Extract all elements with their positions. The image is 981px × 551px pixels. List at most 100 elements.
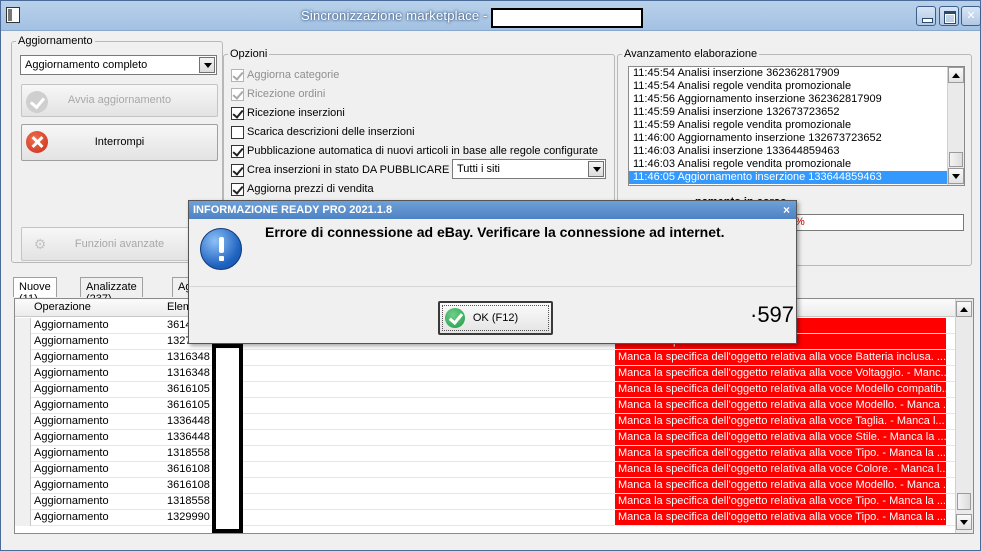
tab-analizzate[interactable]: Analizzate (237) [80,277,143,305]
cell-operazione: Aggiornamento [34,479,109,491]
scroll-thumb[interactable] [949,152,963,167]
checkbox-aggiorna-categorie[interactable]: Aggiorna categorie [231,67,339,83]
table-row[interactable]: Aggiornamento 3616108 Manca la specifica d… [15,478,956,494]
cell-operazione: Aggiornamento [34,351,109,363]
cell-operazione: Aggiornamento [34,431,109,443]
log-line[interactable]: 11:45:56 Aggiornamento inserzione 362362… [629,93,964,106]
table-row[interactable]: Aggiornamento 1336448 Manca la specifica d… [15,430,956,446]
checkbox-box[interactable] [231,144,244,158]
info-dialog: INFORMAZIONE READY PRO 2021.1.8 × Errore… [188,200,797,344]
checkbox-ricezione-ordini[interactable]: Ricezione ordini [231,86,325,102]
cell-error: Manca la specifica dell'oggetto relativa… [615,462,946,477]
table-row[interactable]: Aggiornamento 1336448 Manca la specifica d… [15,414,956,430]
checkbox-box[interactable] [231,87,244,101]
row-indicator[interactable] [15,494,31,510]
tab-nuove[interactable]: Nuove (11) [13,277,57,305]
chevron-down-icon[interactable] [588,161,604,177]
checkbox-pubblicazione-automatica[interactable]: Pubblicazione automatica di nuovi artico… [231,143,598,159]
grid-scrollbar[interactable] [955,299,973,533]
cell-operazione: Aggiornamento [34,399,109,411]
cell-error: Manca la specifica dell'oggetto relativa… [615,350,946,365]
log-line[interactable]: 11:45:54 Analisi regole vendita promozio… [629,80,964,93]
checkbox-aggiorna-prezzi[interactable]: Aggiorna prezzi di vendita [231,181,374,197]
redacted-column [212,344,243,533]
log-scrollbar[interactable] [947,67,964,185]
checkbox-box[interactable] [231,125,244,139]
checkbox-crea-inserzioni[interactable]: Crea inserzioni in stato DA PUBBLICARE [231,162,449,178]
maximize-button[interactable] [939,6,959,26]
redacted-title-part [491,8,643,28]
checkbox-label: Scarica descrizioni delle inserzioni [247,126,415,138]
row-indicator[interactable] [15,414,31,430]
row-indicator[interactable] [15,430,31,446]
table-row[interactable]: Aggiornamento 3616108 Manca la specifica d… [15,462,956,478]
log-line[interactable]: 11:45:54 Analisi inserzione 362362817909 [629,67,964,80]
app-icon[interactable] [6,7,20,23]
row-indicator[interactable] [15,478,31,494]
row-indicator[interactable] [15,446,31,462]
checkbox-label: Pubblicazione automatica di nuovi artico… [247,145,598,157]
avanzamento-legend: Avanzamento elaborazione [624,48,758,60]
app-window: Sincronizzazione marketplace - ✕ Aggiorn… [0,0,981,551]
checkbox-box[interactable] [231,106,244,120]
log-line[interactable]: 11:45:59 Analisi regole vendita promozio… [629,119,964,132]
close-window-button[interactable]: ✕ [961,6,981,26]
cell-elemento: 3616105 [167,399,210,411]
checkbox-box[interactable] [231,182,244,196]
scroll-up-icon[interactable] [956,301,972,317]
log-line[interactable]: 11:46:03 Analisi inserzione 133644859463 [629,145,964,158]
log-line[interactable]: 11:45:59 Analisi inserzione 132673723652 [629,106,964,119]
cell-elemento: 1336448 [167,431,210,443]
cell-elemento: 1316348 [167,367,210,379]
row-indicator[interactable] [15,366,31,382]
row-indicator[interactable] [15,382,31,398]
log-list[interactable]: 11:45:54 Analisi inserzione 362362817909… [628,66,965,186]
table-row[interactable]: Aggiornamento 3616105 Manca la specifica d… [15,382,956,398]
cell-elemento: 1318558 [167,495,210,507]
scroll-down-icon[interactable] [948,168,964,184]
row-indicator[interactable] [15,462,31,478]
dialog-message: Errore di connessione ad eBay. Verificar… [265,224,725,240]
table-row[interactable]: Aggiornamento 3616105 Manca la specifica d… [15,398,956,414]
scroll-down-icon[interactable] [956,514,972,530]
log-line-selected[interactable]: 11:46:05 Aggiornamento inserzione 133644… [629,171,964,184]
row-indicator[interactable] [15,318,31,334]
ok-button[interactable]: OK (F12) [438,301,553,335]
checkbox-scarica-descrizioni[interactable]: Scarica descrizioni delle inserzioni [231,124,415,140]
cell-error: Manca la specifica dell'oggetto relativa… [615,382,946,397]
row-indicator[interactable] [15,398,31,414]
table-row[interactable]: Aggiornamento 1316348 Manca la specifica d… [15,366,956,382]
cell-operazione: Aggiornamento [34,447,109,459]
table-row[interactable]: Aggiornamento 1329990 Manca la specifica d… [15,510,956,526]
scroll-thumb[interactable] [957,493,971,510]
chevron-down-icon[interactable] [199,57,215,73]
row-indicator[interactable] [15,334,31,350]
row-indicator[interactable] [15,510,31,526]
log-line[interactable]: 11:46:03 Analisi regole vendita promozio… [629,158,964,171]
checkbox-box[interactable] [231,163,244,177]
cell-operazione: Aggiornamento [34,383,109,395]
scroll-up-icon[interactable] [948,67,964,83]
title-bar[interactable]: Sincronizzazione marketplace - ✕ [1,1,981,31]
interrompi-button[interactable]: Interrompi [21,124,218,161]
table-row[interactable]: Aggiornamento 1318558 Manca la specifica d… [15,446,956,462]
table-row[interactable]: Aggiornamento 1318558 Manca la specifica d… [15,494,956,510]
exclamation-icon [200,228,242,270]
row-indicator[interactable] [15,350,31,366]
table-row[interactable]: Aggiornamento 1316348 Manca la specifica d… [15,350,956,366]
checkbox-box[interactable] [231,68,244,82]
cell-operazione: Aggiornamento [34,463,109,475]
update-mode-select[interactable]: Aggiornamento completo [20,55,217,75]
checkbox-ricezione-inserzioni[interactable]: Ricezione inserzioni [231,105,345,121]
funzioni-label: Funzioni avanzate [74,238,165,250]
check-icon [26,91,48,113]
update-mode-value: Aggiornamento completo [25,59,148,71]
interrompi-label: Interrompi [94,136,145,148]
header-operazione[interactable]: Operazione [34,301,91,313]
log-line[interactable]: 11:46:00 Aggiornamento inserzione 132673… [629,132,964,145]
minimize-button[interactable] [916,6,936,26]
dialog-close-button[interactable]: × [783,203,790,217]
avvia-aggiornamento-button[interactable]: Avvia aggiornamento [21,84,218,117]
cell-error: Manca la specifica dell'oggetto relativa… [615,414,946,429]
siti-select[interactable]: Tutti i siti [452,159,606,179]
